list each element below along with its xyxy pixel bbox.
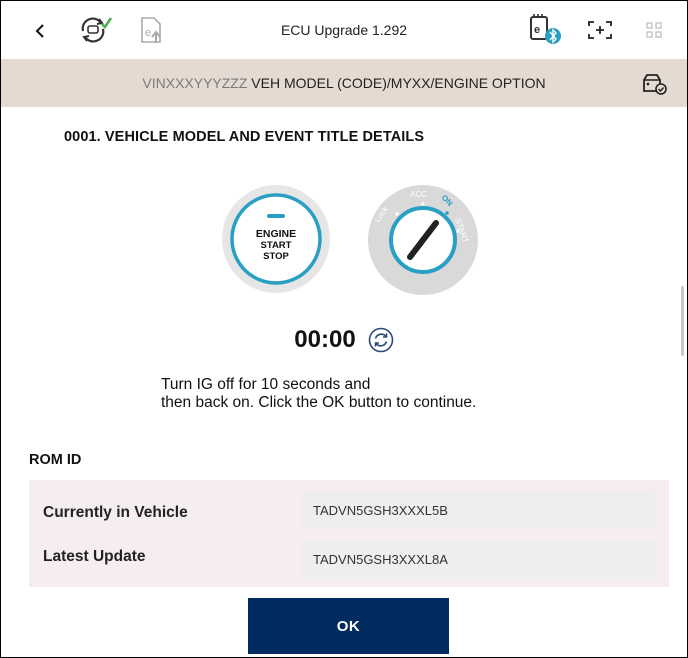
timer-row: 00:00 xyxy=(1,326,687,354)
latest-update-value: TADVN5GSH3XXXL8A xyxy=(301,540,655,578)
start-label: START xyxy=(260,240,292,251)
currently-in-vehicle-value: TADVN5GSH3XXXL5B xyxy=(301,491,655,529)
app-window: e ECU Upgrade 1.292 e VINXXXYYYZZZ VEH M… xyxy=(0,0,688,658)
latest-update-label: Latest Update xyxy=(43,548,146,565)
ignition-dial: Lock ACC ON START xyxy=(367,184,479,296)
ecu-bluetooth-icon[interactable]: e xyxy=(525,13,565,47)
instruction-line-2: then back on. Click the OK button to con… xyxy=(161,394,477,411)
svg-text:e: e xyxy=(534,24,540,36)
currently-in-vehicle-label: Currently in Vehicle xyxy=(43,504,188,521)
instruction-text: Turn IG off for 10 seconds and then back… xyxy=(161,376,476,412)
vehicle-model-text: VEH MODEL (CODE)/MYXX/ENGINE OPTION xyxy=(247,75,546,91)
event-title: 0001. VEHICLE MODEL AND EVENT TITLE DETA… xyxy=(64,129,425,145)
vehicle-info-bar: VINXXXYYYZZZ VEH MODEL (CODE)/MYXX/ENGIN… xyxy=(1,59,687,107)
top-bar: e ECU Upgrade 1.292 e xyxy=(1,1,687,59)
stop-label: STOP xyxy=(263,251,289,262)
vin-text: VINXXXYYYZZZ xyxy=(142,75,248,91)
scrollbar[interactable] xyxy=(681,286,684,356)
engine-start-stop-button: ENGINE START STOP xyxy=(221,184,331,294)
acc-label: ACC xyxy=(410,190,427,199)
engine-label: ENGINE xyxy=(255,228,297,240)
refresh-icon[interactable] xyxy=(368,327,394,353)
vehicle-info-text: VINXXXYYYZZZ VEH MODEL (CODE)/MYXX/ENGIN… xyxy=(1,59,687,107)
rom-id-label: ROM ID xyxy=(29,452,82,468)
timer-value: 00:00 xyxy=(294,326,356,353)
ok-button[interactable]: OK xyxy=(248,598,449,654)
rom-id-panel: Currently in Vehicle TADVN5GSH3XXXL5B La… xyxy=(29,480,669,587)
grid-icon[interactable] xyxy=(643,19,665,41)
instruction-line-1: Turn IG off for 10 seconds and xyxy=(161,376,371,393)
expand-icon[interactable] xyxy=(585,18,615,42)
vehicle-check-icon[interactable] xyxy=(639,71,669,97)
